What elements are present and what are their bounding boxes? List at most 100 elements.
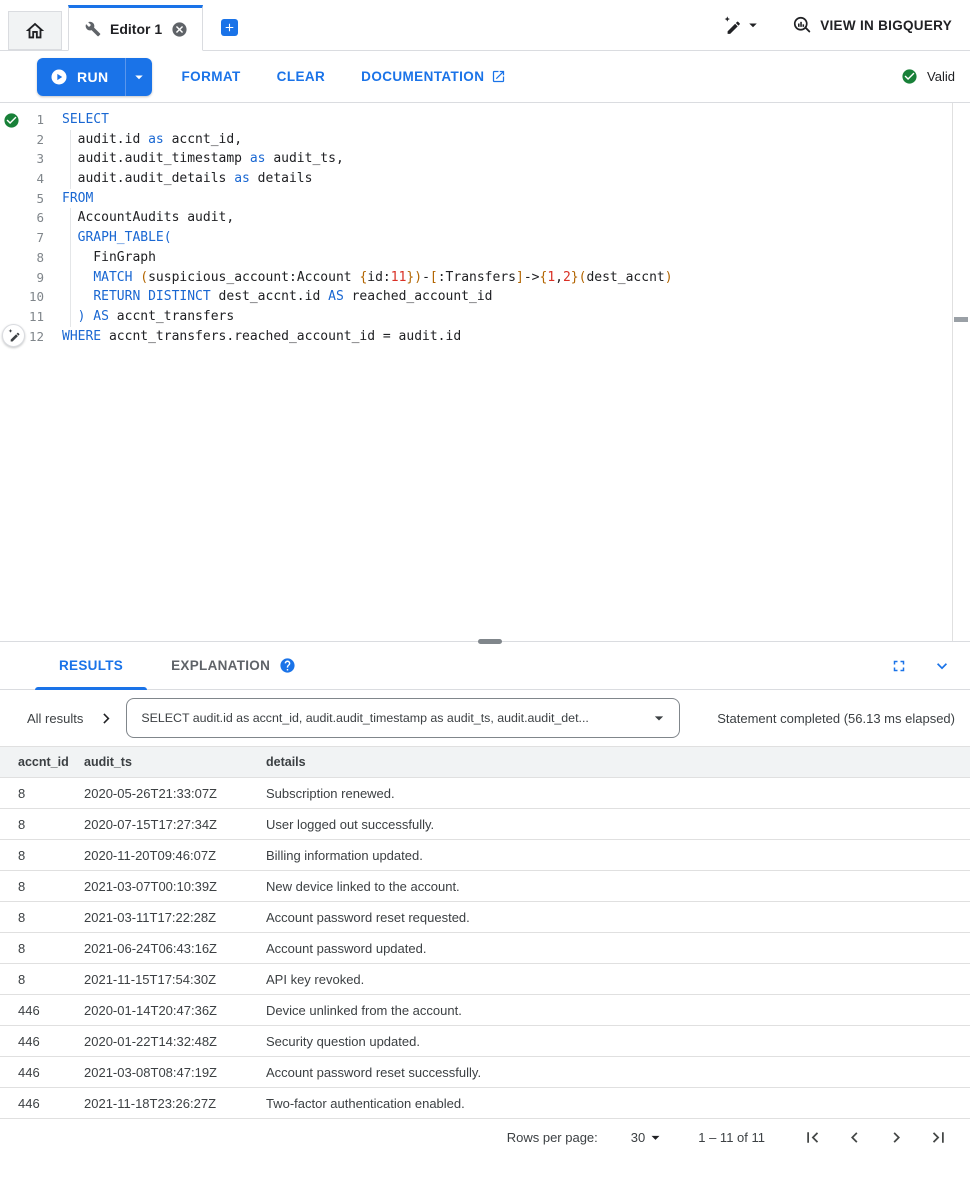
- panel-resize-handle[interactable]: [478, 639, 502, 644]
- close-tab-icon[interactable]: [171, 21, 188, 38]
- statement-select[interactable]: SELECT audit.id as accnt_id, audit.audit…: [126, 698, 680, 738]
- results-table: accnt_id audit_ts details 82020-05-26T21…: [0, 746, 970, 1119]
- chevron-right-icon[interactable]: [97, 709, 116, 728]
- table-cell: Account password reset successfully.: [266, 1057, 970, 1088]
- fullscreen-button[interactable]: [890, 657, 908, 675]
- next-page-button[interactable]: [886, 1127, 907, 1148]
- check-circle-icon: [901, 68, 918, 85]
- line-number: 2: [0, 130, 44, 150]
- table-row[interactable]: 4462021-11-18T23:26:27ZTwo-factor authen…: [0, 1088, 970, 1119]
- dropdown-caret-icon: [744, 16, 762, 34]
- sql-editor[interactable]: 1SELECT2 audit.id as accnt_id,3 audit.au…: [0, 103, 970, 642]
- line-number: 8: [0, 248, 44, 268]
- documentation-link[interactable]: DOCUMENTATION: [351, 61, 516, 92]
- help-circle-icon[interactable]: [279, 657, 296, 674]
- editor-scrollbar-thumb[interactable]: [954, 317, 968, 322]
- code-text: MATCH (suspicious_account:Account {id:11…: [44, 268, 673, 288]
- home-icon: [24, 20, 46, 42]
- code-line[interactable]: 5FROM: [0, 189, 970, 209]
- code-lines: 1SELECT2 audit.id as accnt_id,3 audit.au…: [0, 103, 970, 346]
- code-line[interactable]: 1SELECT: [0, 110, 970, 130]
- code-line[interactable]: 7 GRAPH_TABLE(: [0, 228, 970, 248]
- table-row[interactable]: 4462020-01-22T14:32:48ZSecurity question…: [0, 1026, 970, 1057]
- table-row[interactable]: 82020-05-26T21:33:07ZSubscription renewe…: [0, 778, 970, 809]
- gemini-assist-button[interactable]: [2, 324, 25, 347]
- chevron-left-icon: [844, 1127, 865, 1148]
- table-cell: 8: [0, 840, 84, 871]
- table-row[interactable]: 4462020-01-14T20:47:36ZDevice unlinked f…: [0, 995, 970, 1026]
- add-tab-button[interactable]: [221, 19, 238, 36]
- code-text: audit.id as accnt_id,: [44, 130, 242, 150]
- run-options-button[interactable]: [125, 58, 152, 96]
- code-text: ) AS accnt_transfers: [44, 307, 234, 327]
- query-toolbar: RUN FORMAT CLEAR DOCUMENTATION Valid: [0, 51, 970, 103]
- editor-scrollbar-track: [952, 103, 953, 641]
- line-number: 4: [0, 169, 44, 189]
- query-assist-menu-button[interactable]: [721, 15, 762, 36]
- table-cell: API key revoked.: [266, 964, 970, 995]
- view-in-bigquery-label: VIEW IN BIGQUERY: [820, 18, 952, 33]
- results-toolbar: All results SELECT audit.id as accnt_id,…: [0, 690, 970, 746]
- first-page-button[interactable]: [802, 1127, 823, 1148]
- tab-explanation[interactable]: EXPLANATION: [147, 642, 320, 689]
- clear-label: CLEAR: [277, 69, 326, 84]
- fullscreen-icon: [890, 657, 908, 675]
- code-line[interactable]: 8 FinGraph: [0, 248, 970, 268]
- table-row[interactable]: 82020-11-20T09:46:07ZBilling information…: [0, 840, 970, 871]
- home-tab[interactable]: [8, 11, 62, 50]
- code-text: FinGraph: [44, 248, 156, 268]
- rows-per-page-value: 30: [631, 1130, 645, 1145]
- tab-label: Editor 1: [110, 21, 162, 37]
- table-cell: 446: [0, 1026, 84, 1057]
- last-page-button[interactable]: [928, 1127, 949, 1148]
- code-line[interactable]: 10 RETURN DISTINCT dest_accnt.id AS reac…: [0, 287, 970, 307]
- table-cell: 8: [0, 871, 84, 902]
- line-number: 7: [0, 228, 44, 248]
- column-header-details[interactable]: details: [266, 747, 970, 778]
- code-line[interactable]: 12WHERE accnt_transfers.reached_account_…: [0, 327, 970, 347]
- tab-results[interactable]: RESULTS: [35, 642, 147, 689]
- table-cell: 446: [0, 1057, 84, 1088]
- first-page-icon: [802, 1127, 823, 1148]
- page-range-label: 1 – 11 of 11: [698, 1130, 765, 1145]
- table-row[interactable]: 4462021-03-08T08:47:19ZAccount password …: [0, 1057, 970, 1088]
- view-in-bigquery-button[interactable]: VIEW IN BIGQUERY: [792, 15, 952, 35]
- rows-per-page-select[interactable]: 30: [631, 1128, 665, 1147]
- pagination-bar: Rows per page: 30 1 – 11 of 11: [0, 1119, 970, 1155]
- table-row[interactable]: 82020-07-15T17:27:34ZUser logged out suc…: [0, 809, 970, 840]
- previous-page-button[interactable]: [844, 1127, 865, 1148]
- table-cell: Two-factor authentication enabled.: [266, 1088, 970, 1119]
- magic-pencil-sparkle-icon: [6, 328, 21, 343]
- run-button[interactable]: RUN: [37, 58, 125, 96]
- code-line[interactable]: 9 MATCH (suspicious_account:Account {id:…: [0, 268, 970, 288]
- table-row[interactable]: 82021-03-11T17:22:28ZAccount password re…: [0, 902, 970, 933]
- clear-button[interactable]: CLEAR: [267, 61, 336, 92]
- code-line[interactable]: 4 audit.audit_details as details: [0, 169, 970, 189]
- collapse-panel-button[interactable]: [932, 656, 952, 676]
- all-results-label: All results: [27, 711, 83, 726]
- code-text: WHERE accnt_transfers.reached_account_id…: [44, 327, 461, 347]
- table-cell: 2020-01-22T14:32:48Z: [84, 1026, 266, 1057]
- table-cell: 446: [0, 995, 84, 1026]
- statement-status: Statement completed (56.13 ms elapsed): [717, 711, 955, 726]
- code-text: AccountAudits audit,: [44, 208, 234, 228]
- table-row[interactable]: 82021-11-15T17:54:30ZAPI key revoked.: [0, 964, 970, 995]
- table-cell: Device unlinked from the account.: [266, 995, 970, 1026]
- results-tab-label: RESULTS: [59, 658, 123, 673]
- dropdown-caret-icon: [649, 708, 669, 728]
- column-header-accnt-id[interactable]: accnt_id: [0, 747, 84, 778]
- table-cell: Account password reset requested.: [266, 902, 970, 933]
- rows-per-page-label: Rows per page:: [507, 1130, 598, 1145]
- format-button[interactable]: FORMAT: [172, 61, 251, 92]
- tab-editor-1[interactable]: Editor 1: [68, 5, 203, 51]
- table-row[interactable]: 82021-06-24T06:43:16ZAccount password up…: [0, 933, 970, 964]
- column-header-audit-ts[interactable]: audit_ts: [84, 747, 266, 778]
- code-line[interactable]: 11 ) AS accnt_transfers: [0, 307, 970, 327]
- table-cell: Billing information updated.: [266, 840, 970, 871]
- table-cell: 2021-11-18T23:26:27Z: [84, 1088, 266, 1119]
- code-line[interactable]: 3 audit.audit_timestamp as audit_ts,: [0, 149, 970, 169]
- format-label: FORMAT: [182, 69, 241, 84]
- table-row[interactable]: 82021-03-07T00:10:39ZNew device linked t…: [0, 871, 970, 902]
- code-line[interactable]: 6 AccountAudits audit,: [0, 208, 970, 228]
- code-line[interactable]: 2 audit.id as accnt_id,: [0, 130, 970, 150]
